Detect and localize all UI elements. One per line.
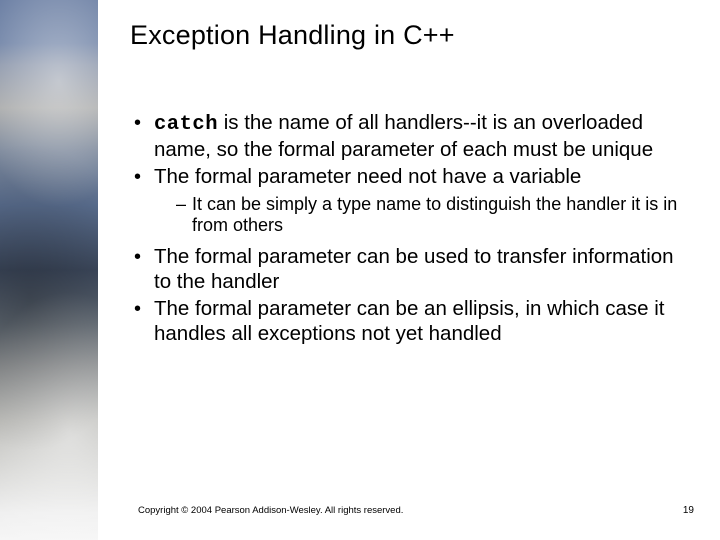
sub-bullet-text: It can be simply a type name to distingu… bbox=[192, 194, 677, 236]
bullet-text: The formal parameter need not have a var… bbox=[154, 165, 581, 188]
bullet-item: The formal parameter can be an ellipsis,… bbox=[130, 297, 690, 346]
sub-bullet-list: It can be simply a type name to distingu… bbox=[154, 194, 690, 237]
bullet-item: The formal parameter can be used to tran… bbox=[130, 245, 690, 294]
code-keyword: catch bbox=[154, 113, 218, 136]
sub-bullet-item: It can be simply a type name to distingu… bbox=[174, 194, 690, 237]
bullet-item: The formal parameter need not have a var… bbox=[130, 165, 690, 237]
bullet-text: The formal parameter can be used to tran… bbox=[154, 245, 674, 293]
bullet-list: catch is the name of all handlers--it is… bbox=[130, 111, 690, 346]
slide-title: Exception Handling in C++ bbox=[130, 20, 690, 51]
decorative-sidebar-image bbox=[0, 0, 98, 540]
bullet-item: catch is the name of all handlers--it is… bbox=[130, 111, 690, 162]
bullet-text: is the name of all handlers--it is an ov… bbox=[154, 111, 653, 161]
bullet-text: The formal parameter can be an ellipsis,… bbox=[154, 297, 664, 345]
slide: Exception Handling in C++ catch is the n… bbox=[0, 0, 720, 540]
copyright-footer: Copyright © 2004 Pearson Addison-Wesley.… bbox=[138, 505, 403, 516]
page-number: 19 bbox=[683, 505, 694, 516]
slide-content: Exception Handling in C++ catch is the n… bbox=[130, 20, 690, 349]
